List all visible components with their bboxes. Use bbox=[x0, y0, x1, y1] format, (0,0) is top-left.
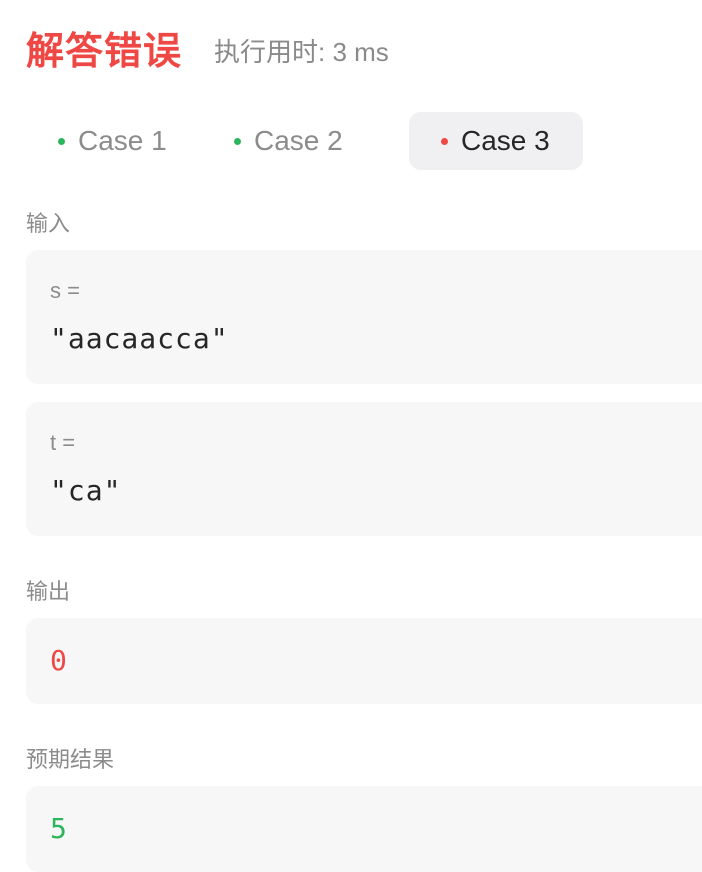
param-value: "aacaacca" bbox=[50, 322, 229, 355]
tab-label: Case 1 bbox=[78, 125, 167, 156]
output-value: 0 bbox=[50, 644, 68, 677]
param-box-t[interactable]: t = "ca" bbox=[26, 402, 702, 536]
param-value: "ca" bbox=[50, 474, 122, 507]
status-dot-icon bbox=[234, 137, 241, 145]
tab-case-2[interactable]: Case 2 bbox=[202, 112, 392, 170]
output-label: 输出 bbox=[26, 579, 71, 604]
param-box-s[interactable]: s = "aacaacca" bbox=[26, 250, 702, 384]
case-tabs: Case 1 Case 2 Case 3 bbox=[26, 112, 583, 170]
expected-label: 预期结果 bbox=[26, 747, 115, 772]
param-name: s = bbox=[50, 278, 80, 303]
result-header: 解答错误 执行用时: 3 ms bbox=[26, 28, 389, 76]
input-label: 输入 bbox=[26, 211, 71, 236]
status-dot-icon bbox=[58, 137, 65, 145]
runtime-text: 执行用时: 3 ms bbox=[214, 37, 389, 67]
tab-case-1[interactable]: Case 1 bbox=[26, 112, 202, 170]
tab-label: Case 3 bbox=[461, 125, 550, 156]
expected-value: 5 bbox=[50, 812, 68, 845]
output-box[interactable]: 0 bbox=[26, 618, 702, 704]
tab-label: Case 2 bbox=[254, 125, 343, 156]
expected-box[interactable]: 5 bbox=[26, 786, 702, 872]
param-name: t = bbox=[50, 430, 76, 455]
result-status: 解答错误 bbox=[26, 31, 183, 73]
status-dot-icon bbox=[441, 137, 448, 145]
tab-case-3[interactable]: Case 3 bbox=[409, 112, 583, 170]
